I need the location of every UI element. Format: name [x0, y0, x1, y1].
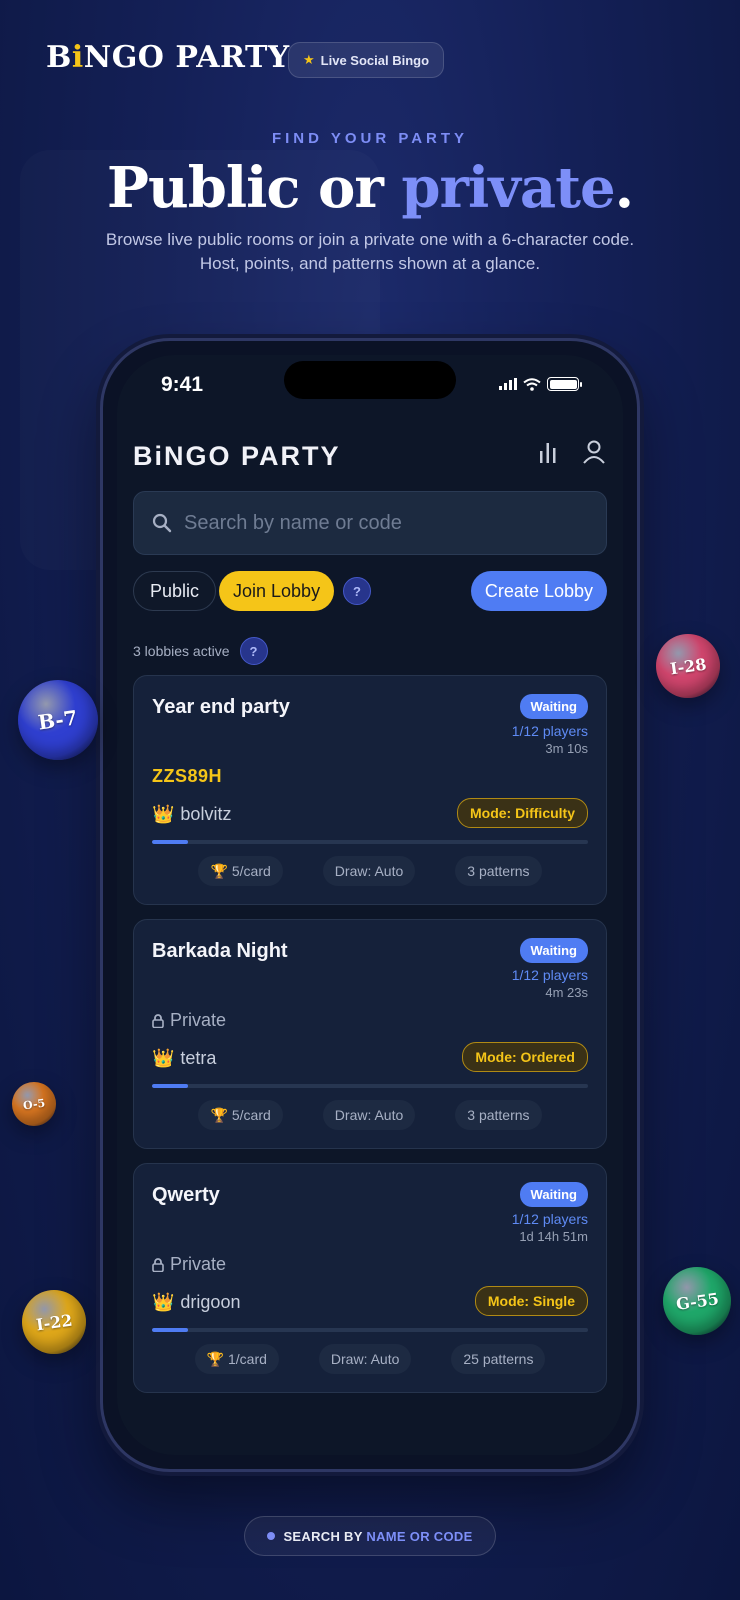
mode-badge: Mode: Single — [474, 1286, 588, 1316]
wifi-icon — [523, 377, 541, 391]
search-bar[interactable] — [133, 491, 607, 555]
host-name: drigoon — [180, 1292, 241, 1312]
status-icons — [499, 377, 582, 391]
app-title: BiNGO PARTY — [133, 441, 341, 471]
draw-chip: Draw: Auto — [322, 1100, 416, 1130]
footer-label: SEARCH BY NAME OR CODE — [283, 1528, 473, 1544]
search-input[interactable] — [184, 511, 606, 535]
headline: Public or private. — [106, 155, 634, 221]
badge-label: Live Social Bingo — [320, 52, 430, 68]
lobby-status-block: Waiting 1/12 players 1d 14h 51m — [512, 1182, 588, 1244]
lobby-meta-row: 🏆 1/card Draw: Auto 25 patterns — [152, 1344, 588, 1374]
player-count: 1/12 players — [511, 723, 588, 739]
lock-icon — [152, 1013, 164, 1028]
points-chip: 🏆 1/card — [194, 1344, 279, 1374]
lobby-card[interactable]: Qwerty Waiting 1/12 players 1d 14h 51m P… — [133, 1163, 607, 1393]
player-count: 1/12 players — [511, 967, 588, 983]
trophy-icon: 🏆 — [210, 1106, 228, 1123]
status-badge: Waiting — [519, 694, 588, 719]
bingo-ball-g55: G-55 — [663, 1267, 731, 1335]
join-lobby-chip[interactable]: Join Lobby — [219, 571, 335, 611]
crown-icon: 👑 — [152, 804, 175, 824]
player-progress-bar — [152, 840, 588, 844]
lobby-host: 👑 bolvitz — [152, 804, 231, 825]
active-lobbies-row: 3 lobbies active ? — [133, 637, 268, 665]
leaderboard-icon[interactable] — [537, 439, 559, 465]
search-hint-pill: SEARCH BY NAME OR CODE — [244, 1516, 496, 1556]
lobby-meta-row: 🏆 5/card Draw: Auto 3 patterns — [152, 1100, 588, 1130]
patterns-chip: 3 patterns — [455, 856, 542, 886]
lobby-list: Year end party Waiting 1/12 players 3m 1… — [133, 675, 607, 1407]
player-progress-bar — [152, 1328, 588, 1332]
filter-row: Public Join Lobby ? Create Lobby — [133, 571, 607, 611]
status-time: 9:41 — [161, 373, 204, 396]
private-label: Private — [152, 1254, 226, 1275]
public-filter-chip[interactable]: Public — [133, 571, 217, 611]
lobby-name: Qwerty — [152, 1184, 220, 1206]
bingo-ball-i22: I-22 — [22, 1290, 86, 1354]
dynamic-island — [284, 361, 456, 399]
draw-chip: Draw: Auto — [318, 1344, 412, 1374]
create-lobby-button[interactable]: Create Lobby — [470, 571, 607, 611]
player-count: 1/12 players — [511, 1211, 588, 1227]
lobby-host: 👑 drigoon — [152, 1292, 240, 1313]
patterns-chip: 3 patterns — [455, 1100, 542, 1130]
battery-icon — [547, 377, 582, 391]
active-help-icon[interactable]: ? — [239, 637, 268, 665]
elapsed-time: 1d 14h 51m — [519, 1229, 588, 1244]
trophy-icon: 🏆 — [206, 1350, 224, 1367]
header-actions — [537, 439, 607, 465]
status-badge: Waiting — [519, 938, 588, 963]
player-progress-bar — [152, 1084, 588, 1088]
points-chip: 🏆 5/card — [198, 1100, 283, 1130]
status-badge: Waiting — [519, 1182, 588, 1207]
lobby-name: Barkada Night — [152, 940, 288, 962]
lock-icon — [152, 1257, 164, 1272]
phone-screen: 9:41 BiNGO PARTY Search by name or code … — [117, 355, 623, 1455]
profile-icon[interactable] — [581, 439, 607, 465]
eyebrow-text: FIND YOUR PARTY — [271, 130, 469, 147]
elapsed-time: 3m 10s — [545, 741, 588, 756]
crown-icon: 👑 — [152, 1048, 175, 1068]
subheadline: Browse live public rooms or join a priva… — [105, 230, 635, 273]
patterns-chip: 25 patterns — [451, 1344, 546, 1374]
trophy-icon: 🏆 — [210, 862, 228, 879]
mode-badge: Mode: Ordered — [462, 1042, 588, 1072]
elapsed-time: 4m 23s — [545, 985, 588, 1000]
lobby-card[interactable]: Year end party Waiting 1/12 players 3m 1… — [133, 675, 607, 905]
lobby-code: ZZS89H — [152, 766, 223, 786]
bingo-ball-o5: O-5 — [12, 1082, 56, 1126]
app-header: BiNGO PARTY — [133, 435, 607, 475]
draw-chip: Draw: Auto — [322, 856, 416, 886]
host-name: bolvitz — [180, 804, 232, 824]
signal-icon — [499, 378, 517, 390]
search-icon — [152, 513, 172, 533]
lobby-name: Year end party — [152, 696, 290, 718]
points-chip: 🏆 5/card — [198, 856, 283, 886]
phone-frame: 9:41 BiNGO PARTY Search by name or code … — [100, 338, 640, 1472]
host-name: tetra — [180, 1048, 217, 1068]
status-bar: 9:41 — [117, 355, 623, 427]
active-lobbies-count: 3 lobbies active — [133, 643, 230, 659]
dot-icon — [267, 1532, 276, 1540]
lobby-status-block: Waiting 1/12 players 4m 23s — [512, 938, 588, 1000]
crown-icon: 👑 — [152, 1292, 175, 1312]
join-help-icon[interactable]: ? — [343, 577, 371, 605]
lobby-status-block: Waiting 1/12 players 3m 10s — [512, 694, 588, 756]
star-icon: ★ — [303, 52, 315, 67]
private-label: Private — [152, 1010, 226, 1031]
lobby-host: 👑 tetra — [152, 1048, 216, 1069]
mode-badge: Mode: Difficulty — [457, 798, 588, 828]
bingo-ball-b7: B-7 — [18, 680, 98, 760]
brand-logo: BiNGO PARTY — [46, 40, 290, 75]
lobby-meta-row: 🏆 5/card Draw: Auto 3 patterns — [152, 856, 588, 886]
lobby-card[interactable]: Barkada Night Waiting 1/12 players 4m 23… — [133, 919, 607, 1149]
bingo-ball-i28: I-28 — [656, 634, 720, 698]
live-social-bingo-badge: ★ Live Social Bingo — [288, 42, 445, 78]
